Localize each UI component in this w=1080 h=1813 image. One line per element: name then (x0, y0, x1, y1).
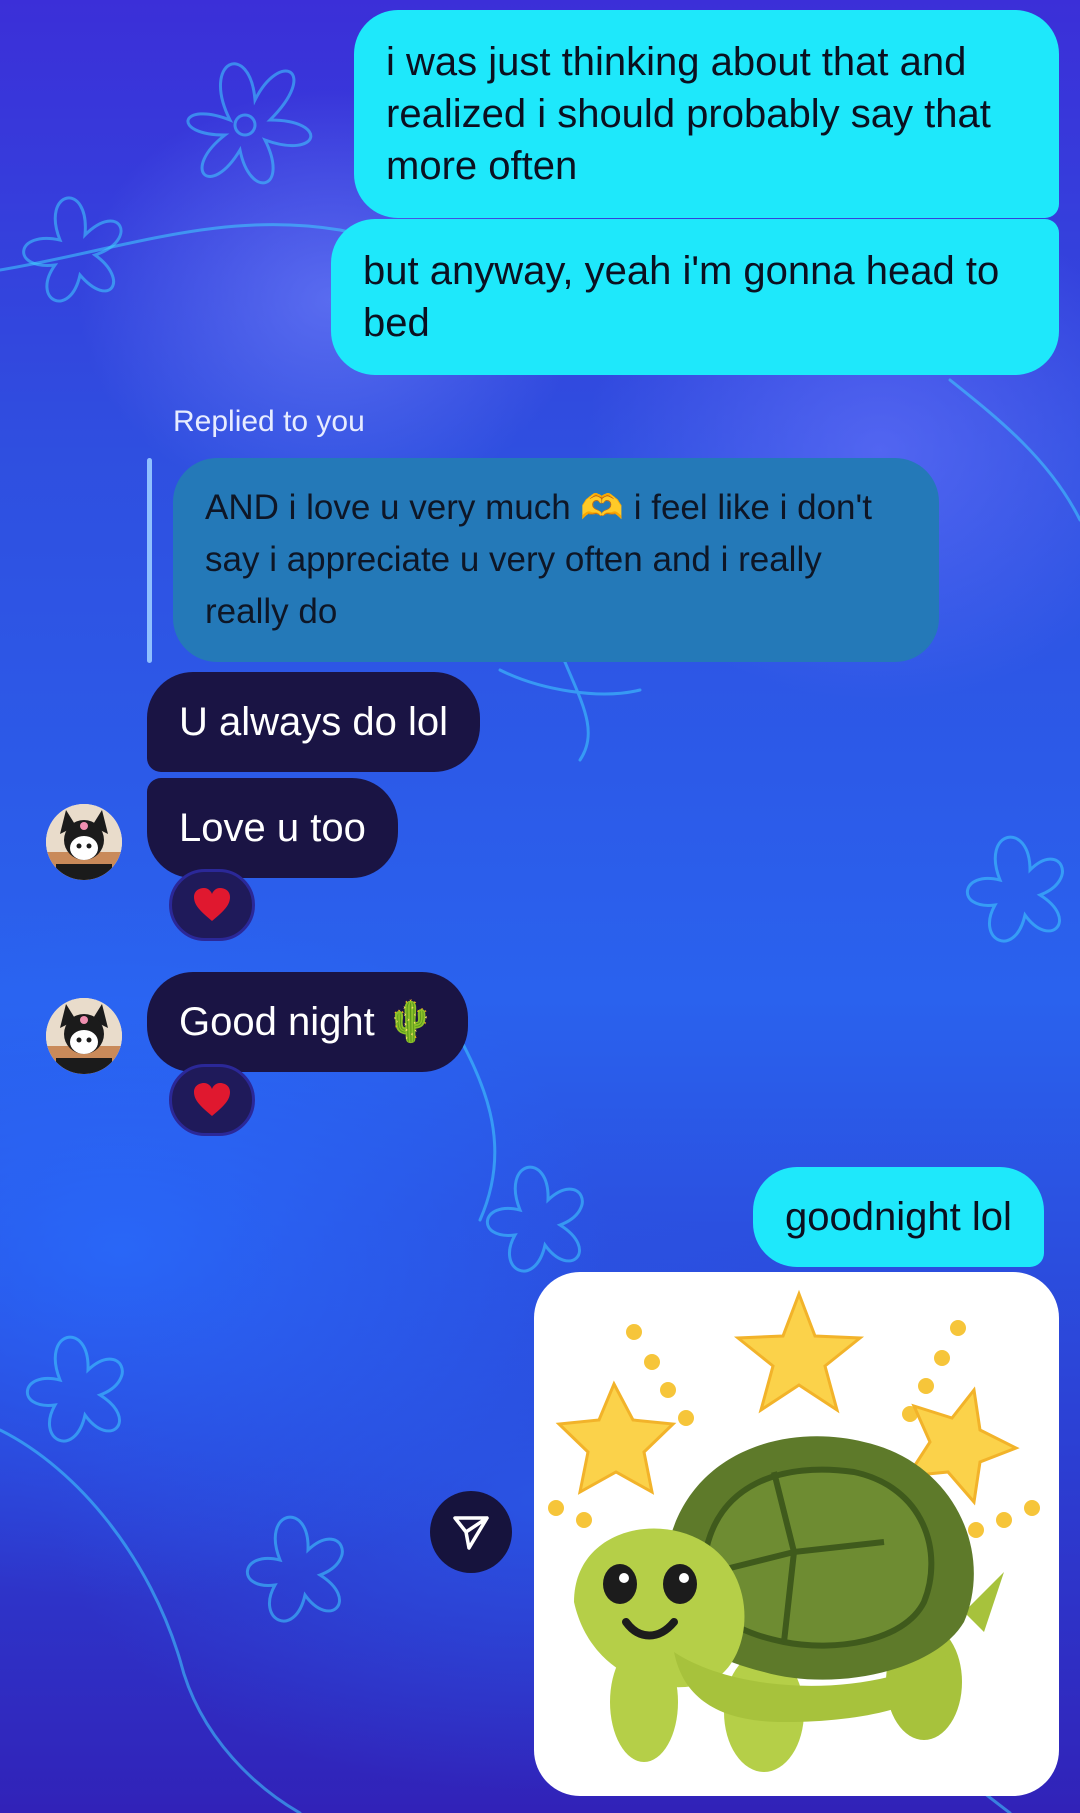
incoming-message-bubble[interactable]: U always do lol (147, 672, 481, 772)
turtle-sticker[interactable] (534, 1272, 1059, 1796)
share-button[interactable] (430, 1491, 512, 1573)
heart-reaction[interactable] (169, 1064, 255, 1136)
reply-quote-text: AND i love u very much (205, 488, 581, 527)
message-text: U always do lol (179, 700, 449, 744)
heart-hands-emoji: 🫶 (580, 488, 624, 527)
incoming-message-bubble[interactable]: Love u too (147, 778, 398, 878)
red-heart-icon (194, 1083, 230, 1116)
turtle-with-stars-icon (548, 1289, 1040, 1772)
avatar-image-icon (46, 804, 122, 880)
reply-quote-bar (147, 458, 152, 663)
cactus-emoji: 🌵 (385, 1000, 436, 1044)
heart-reaction[interactable] (169, 869, 255, 941)
message-text: but anyway, yeah i'm gonna head to bed (363, 249, 1000, 345)
send-paper-plane-icon (453, 1516, 489, 1550)
replied-to-you-label: Replied to you (173, 405, 365, 438)
avatar-image-icon (46, 998, 122, 1074)
kuromi-avatar[interactable] (46, 804, 122, 880)
outgoing-message-bubble[interactable]: goodnight lol (753, 1167, 1044, 1267)
replied-message-quote[interactable]: AND i love u very much 🫶 i feel like i d… (173, 458, 939, 662)
red-heart-icon (194, 888, 230, 921)
outgoing-message-bubble[interactable]: i was just thinking about that and reali… (354, 10, 1059, 218)
kuromi-avatar[interactable] (46, 998, 122, 1074)
message-text: goodnight lol (785, 1195, 1012, 1239)
incoming-message-bubble[interactable]: Good night 🌵 (147, 972, 468, 1072)
message-text: Good night (179, 1000, 375, 1044)
message-text: i was just thinking about that and reali… (386, 40, 991, 188)
message-text: Love u too (179, 806, 366, 850)
outgoing-message-bubble[interactable]: but anyway, yeah i'm gonna head to bed (331, 219, 1059, 375)
